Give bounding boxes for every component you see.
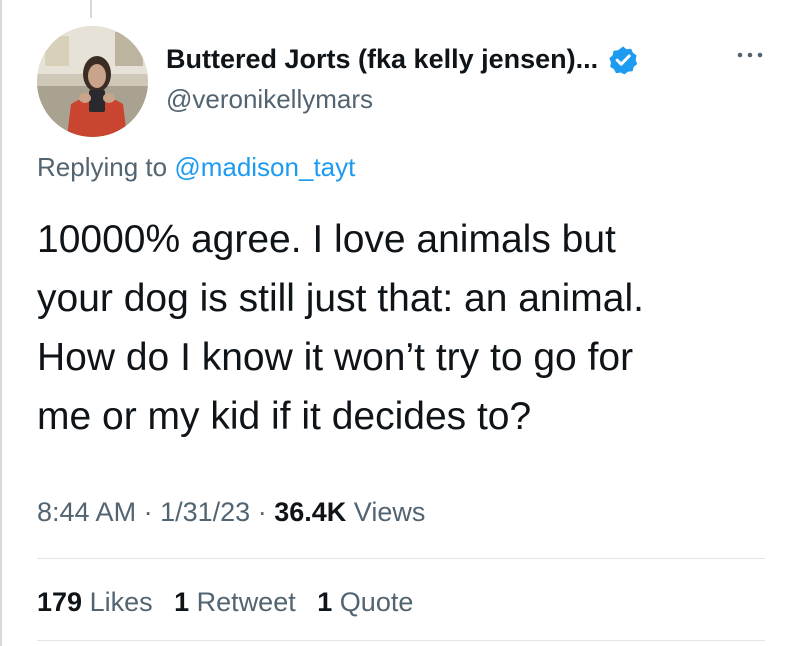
quotes-count: 1 (317, 587, 333, 617)
retweets-stat[interactable]: 1 Retweet (174, 587, 303, 617)
quotes-stat[interactable]: 1 Quote (317, 587, 413, 617)
retweets-label: Retweet (196, 587, 296, 617)
author-display-name[interactable]: Buttered Jorts (fka kelly jensen)... (166, 44, 598, 75)
quotes-label: Quote (339, 587, 414, 617)
replying-to-label: Replying to (37, 152, 168, 182)
tweet-text-line: me or my kid if it decides to? (37, 395, 532, 438)
views-label: Views (353, 497, 426, 527)
divider (37, 558, 765, 559)
meta-separator: · (257, 497, 267, 527)
tweet-metadata: 8:44 AM · 1/31/23 · 36.4K Views (37, 497, 425, 528)
views-count: 36.4K (274, 497, 347, 527)
avatar[interactable] (37, 26, 148, 137)
engagement-stats: 179 Likes 1 Retweet 1 Quote (37, 587, 427, 618)
tweet-time[interactable]: 8:44 AM (37, 497, 136, 527)
replying-to: Replying to @madison_tayt (37, 152, 355, 183)
meta-separator: · (143, 497, 153, 527)
tweet-text: 10000% agree. I love animals but your do… (37, 210, 777, 446)
divider (37, 640, 765, 641)
thread-connector-line (90, 0, 92, 18)
more-options-icon[interactable] (735, 48, 765, 62)
likes-count: 179 (37, 587, 83, 617)
retweets-count: 1 (174, 587, 190, 617)
tweet-text-line: 10000% agree. I love animals but (37, 218, 616, 261)
likes-label: Likes (89, 587, 153, 617)
avatar-photo (37, 26, 148, 137)
author-name-row: Buttered Jorts (fka kelly jensen)... (166, 44, 638, 75)
replying-to-handle-link[interactable]: @madison_tayt (174, 152, 355, 182)
tweet-date[interactable]: 1/31/23 (160, 497, 250, 527)
left-edge-divider (0, 0, 2, 646)
likes-stat[interactable]: 179 Likes (37, 587, 160, 617)
tweet-text-line: your dog is still just that: an animal. (37, 277, 644, 320)
tweet-text-line: How do I know it won’t try to go for (37, 336, 634, 379)
author-handle[interactable]: @veronikellymars (166, 84, 373, 115)
verified-badge-icon[interactable] (608, 45, 638, 75)
